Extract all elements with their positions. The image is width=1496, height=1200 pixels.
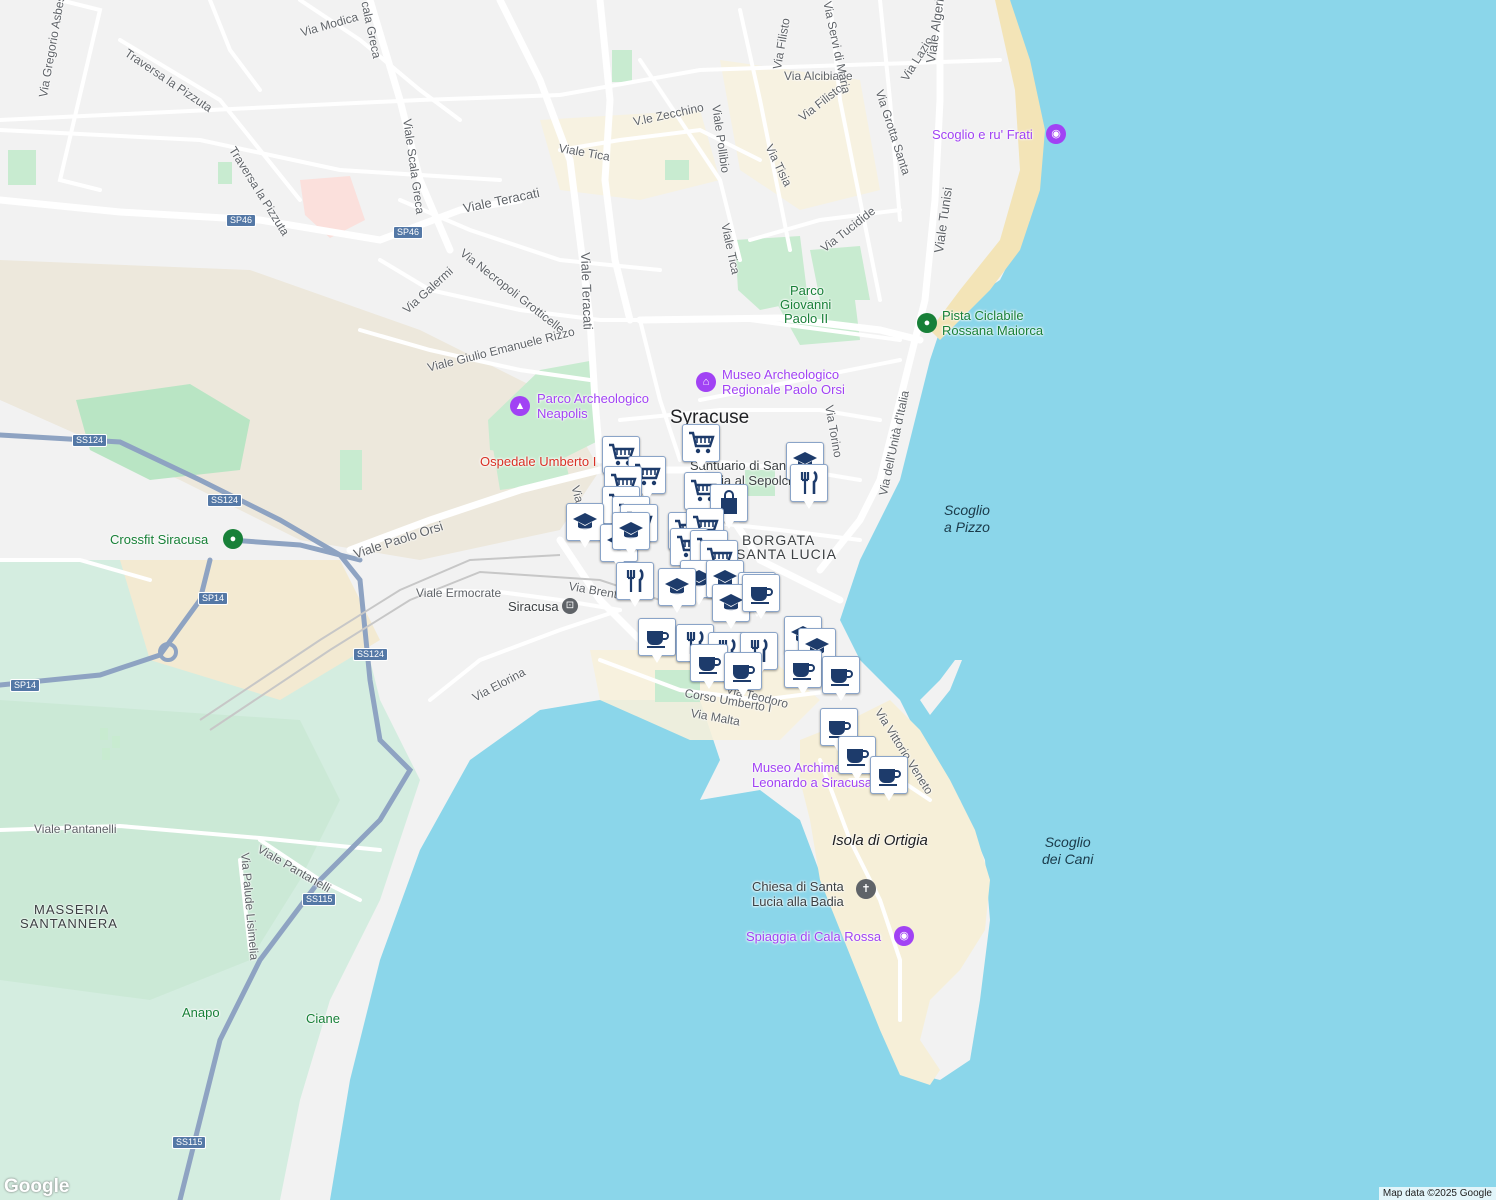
road-shield: SP14 [198,592,229,605]
street-label: Viale Teracati [578,251,596,331]
place-marker-school[interactable] [658,568,696,613]
place-marker-restaurant[interactable] [616,562,654,607]
masseria-label-line1: MASSERIA [34,902,110,917]
cafe-icon [699,657,721,674]
sea-label-line: dei Cani [1042,851,1094,867]
district-label-line2: SANTA LUCIA [736,546,837,562]
museum-icon[interactable]: ⌂ [696,372,716,392]
park-icon[interactable]: ● [917,313,937,333]
road-shield: SS124 [207,494,243,507]
poi-label-ospedale[interactable]: Ospedale Umberto I [480,454,596,469]
poi-label-crossfit[interactable]: Crossfit Siracusa [110,532,208,547]
church-icon[interactable]: ✝ [856,879,876,899]
station-label: Siracusa [508,599,559,614]
sea-label-scoglio-cani: Scoglio dei Cani [1042,834,1093,868]
school-icon [573,513,597,531]
cafe-icon [879,769,901,786]
road-shield: SS115 [172,1136,207,1149]
road-shield: SP14 [10,679,41,692]
river-label-ciane: Ciane [306,1011,340,1026]
cafe-icon [831,669,853,686]
sea-label-line: a Pizzo [944,519,990,535]
place-marker-cafe[interactable] [638,618,676,663]
place-marker-cafe[interactable] [822,656,860,701]
camera-icon[interactable]: ◉ [1046,124,1066,144]
place-marker-cafe[interactable] [784,650,822,695]
sea-label-line: Scoglio [944,502,990,518]
cafe-icon [847,749,869,766]
poi-label-neapolis-line1[interactable]: Parco Archeologico [537,391,649,406]
island-label: Isola di Ortigia [832,832,928,849]
road-shield: SS124 [353,648,389,661]
river-label-anapo: Anapo [182,1005,220,1020]
masseria-label-line2: SANTANNERA [20,916,118,931]
poi-label-neapolis-line2[interactable]: Neapolis [537,406,588,421]
park-icon[interactable]: ● [223,529,243,549]
cafe-icon [793,663,815,680]
sea-label-line: Scoglio [1044,834,1091,850]
sea-label-scoglio-pizzo: Scoglio a Pizzo [944,502,990,536]
google-logo: Google [4,1176,70,1197]
place-marker-cafe[interactable] [870,756,908,801]
poi-label-museo-orsi-line2[interactable]: Regionale Paolo Orsi [722,382,845,397]
poi-label-chiesa-line1[interactable]: Chiesa di Santa [752,879,844,894]
street-label: Viale Pantanelli [34,822,117,836]
poi-label-museo-orsi-line1[interactable]: Museo Archeologico [722,367,839,382]
place-marker-cafe[interactable] [690,644,728,689]
place-marker-school[interactable] [566,503,604,548]
school-icon [665,578,689,596]
road-shield: SP46 [393,226,424,239]
school-icon [619,522,643,540]
park-label-line2: Giovanni [780,297,832,312]
road-shield: SS115 [302,893,337,906]
place-marker-restaurant[interactable] [790,464,828,509]
road-shield: SP46 [226,214,257,227]
road-shield: SS124 [72,434,108,447]
poi-label-pista-line2[interactable]: Rossana Maiorca [942,323,1043,338]
place-marker-cafe[interactable] [742,574,780,619]
poi-label-chiesa-line2[interactable]: Lucia alla Badia [752,894,844,909]
poi-label-spiaggia[interactable]: Spiaggia di Cala Rossa [746,929,881,944]
poi-label-pista-line1[interactable]: Pista Ciclabile [942,308,1024,323]
cafe-icon [647,631,669,648]
restaurant-icon [800,470,818,494]
street-label: Viale Ermocrate [416,586,502,600]
cafe-icon [751,587,773,604]
shopping-cart-icon [689,431,715,454]
place-marker-school[interactable] [612,512,650,557]
museum-icon[interactable]: ▲ [510,396,530,416]
poi-label-scoglio-frati[interactable]: Scoglio e ru' Frati [932,127,1033,142]
camera-icon[interactable]: ◉ [894,926,914,946]
park-label-line3: Paolo II [784,311,829,326]
cafe-icon [733,665,755,682]
park-label-line1: Parco [790,283,824,298]
map-attribution: Map data ©2025 Google [1378,1187,1496,1200]
map-canvas[interactable]: Via Gregorio Asbesta Via Modica cala Gre… [0,0,1496,1200]
place-marker-cafe[interactable] [724,652,762,697]
restaurant-icon [626,568,644,592]
train-icon[interactable]: ⊡ [562,598,578,614]
place-marker-cart[interactable] [682,424,720,469]
